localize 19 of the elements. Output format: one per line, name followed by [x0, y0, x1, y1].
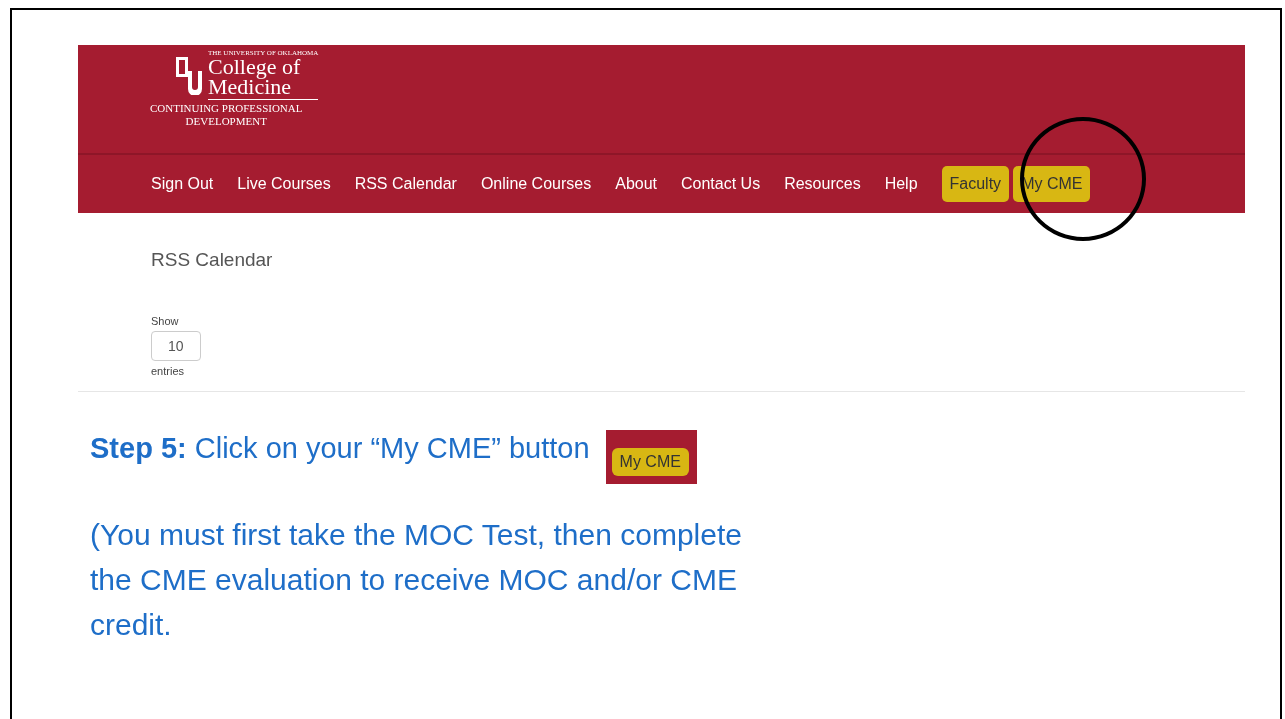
- entries-label: entries: [151, 365, 185, 377]
- nav-link[interactable]: Resources: [784, 175, 861, 193]
- nav-link[interactable]: RSS Calendar: [354, 175, 457, 193]
- page-title: RSS Calendar: [151, 249, 273, 271]
- show-label: Show: [151, 315, 179, 327]
- note-text: (You must first take the MOC Test, then complete the CME evaluation to receive MOC and/or CME credit.: [90, 517, 743, 643]
- nav-button[interactable]: Faculty: [941, 166, 1010, 202]
- nav-link[interactable]: Contact Us: [681, 175, 761, 193]
- nav-link[interactable]: Online Courses: [480, 175, 592, 193]
- ou-logo-icon: [174, 55, 204, 95]
- college-name: College of: [208, 57, 301, 77]
- step-instruction: Step 5: Click on your “My CME” button: [90, 432, 590, 465]
- department-name: CONTINUING PROFESSIONAL DEVELOPMENT: [150, 102, 303, 128]
- entries-select[interactable]: 10: [151, 331, 201, 361]
- nav-link[interactable]: Sign Out: [151, 175, 214, 193]
- nav-link[interactable]: Help: [884, 175, 918, 193]
- my-cme-button-sample: My CME: [611, 448, 689, 476]
- nav-link[interactable]: Live Courses: [237, 175, 331, 193]
- nav-link[interactable]: About: [615, 175, 657, 193]
